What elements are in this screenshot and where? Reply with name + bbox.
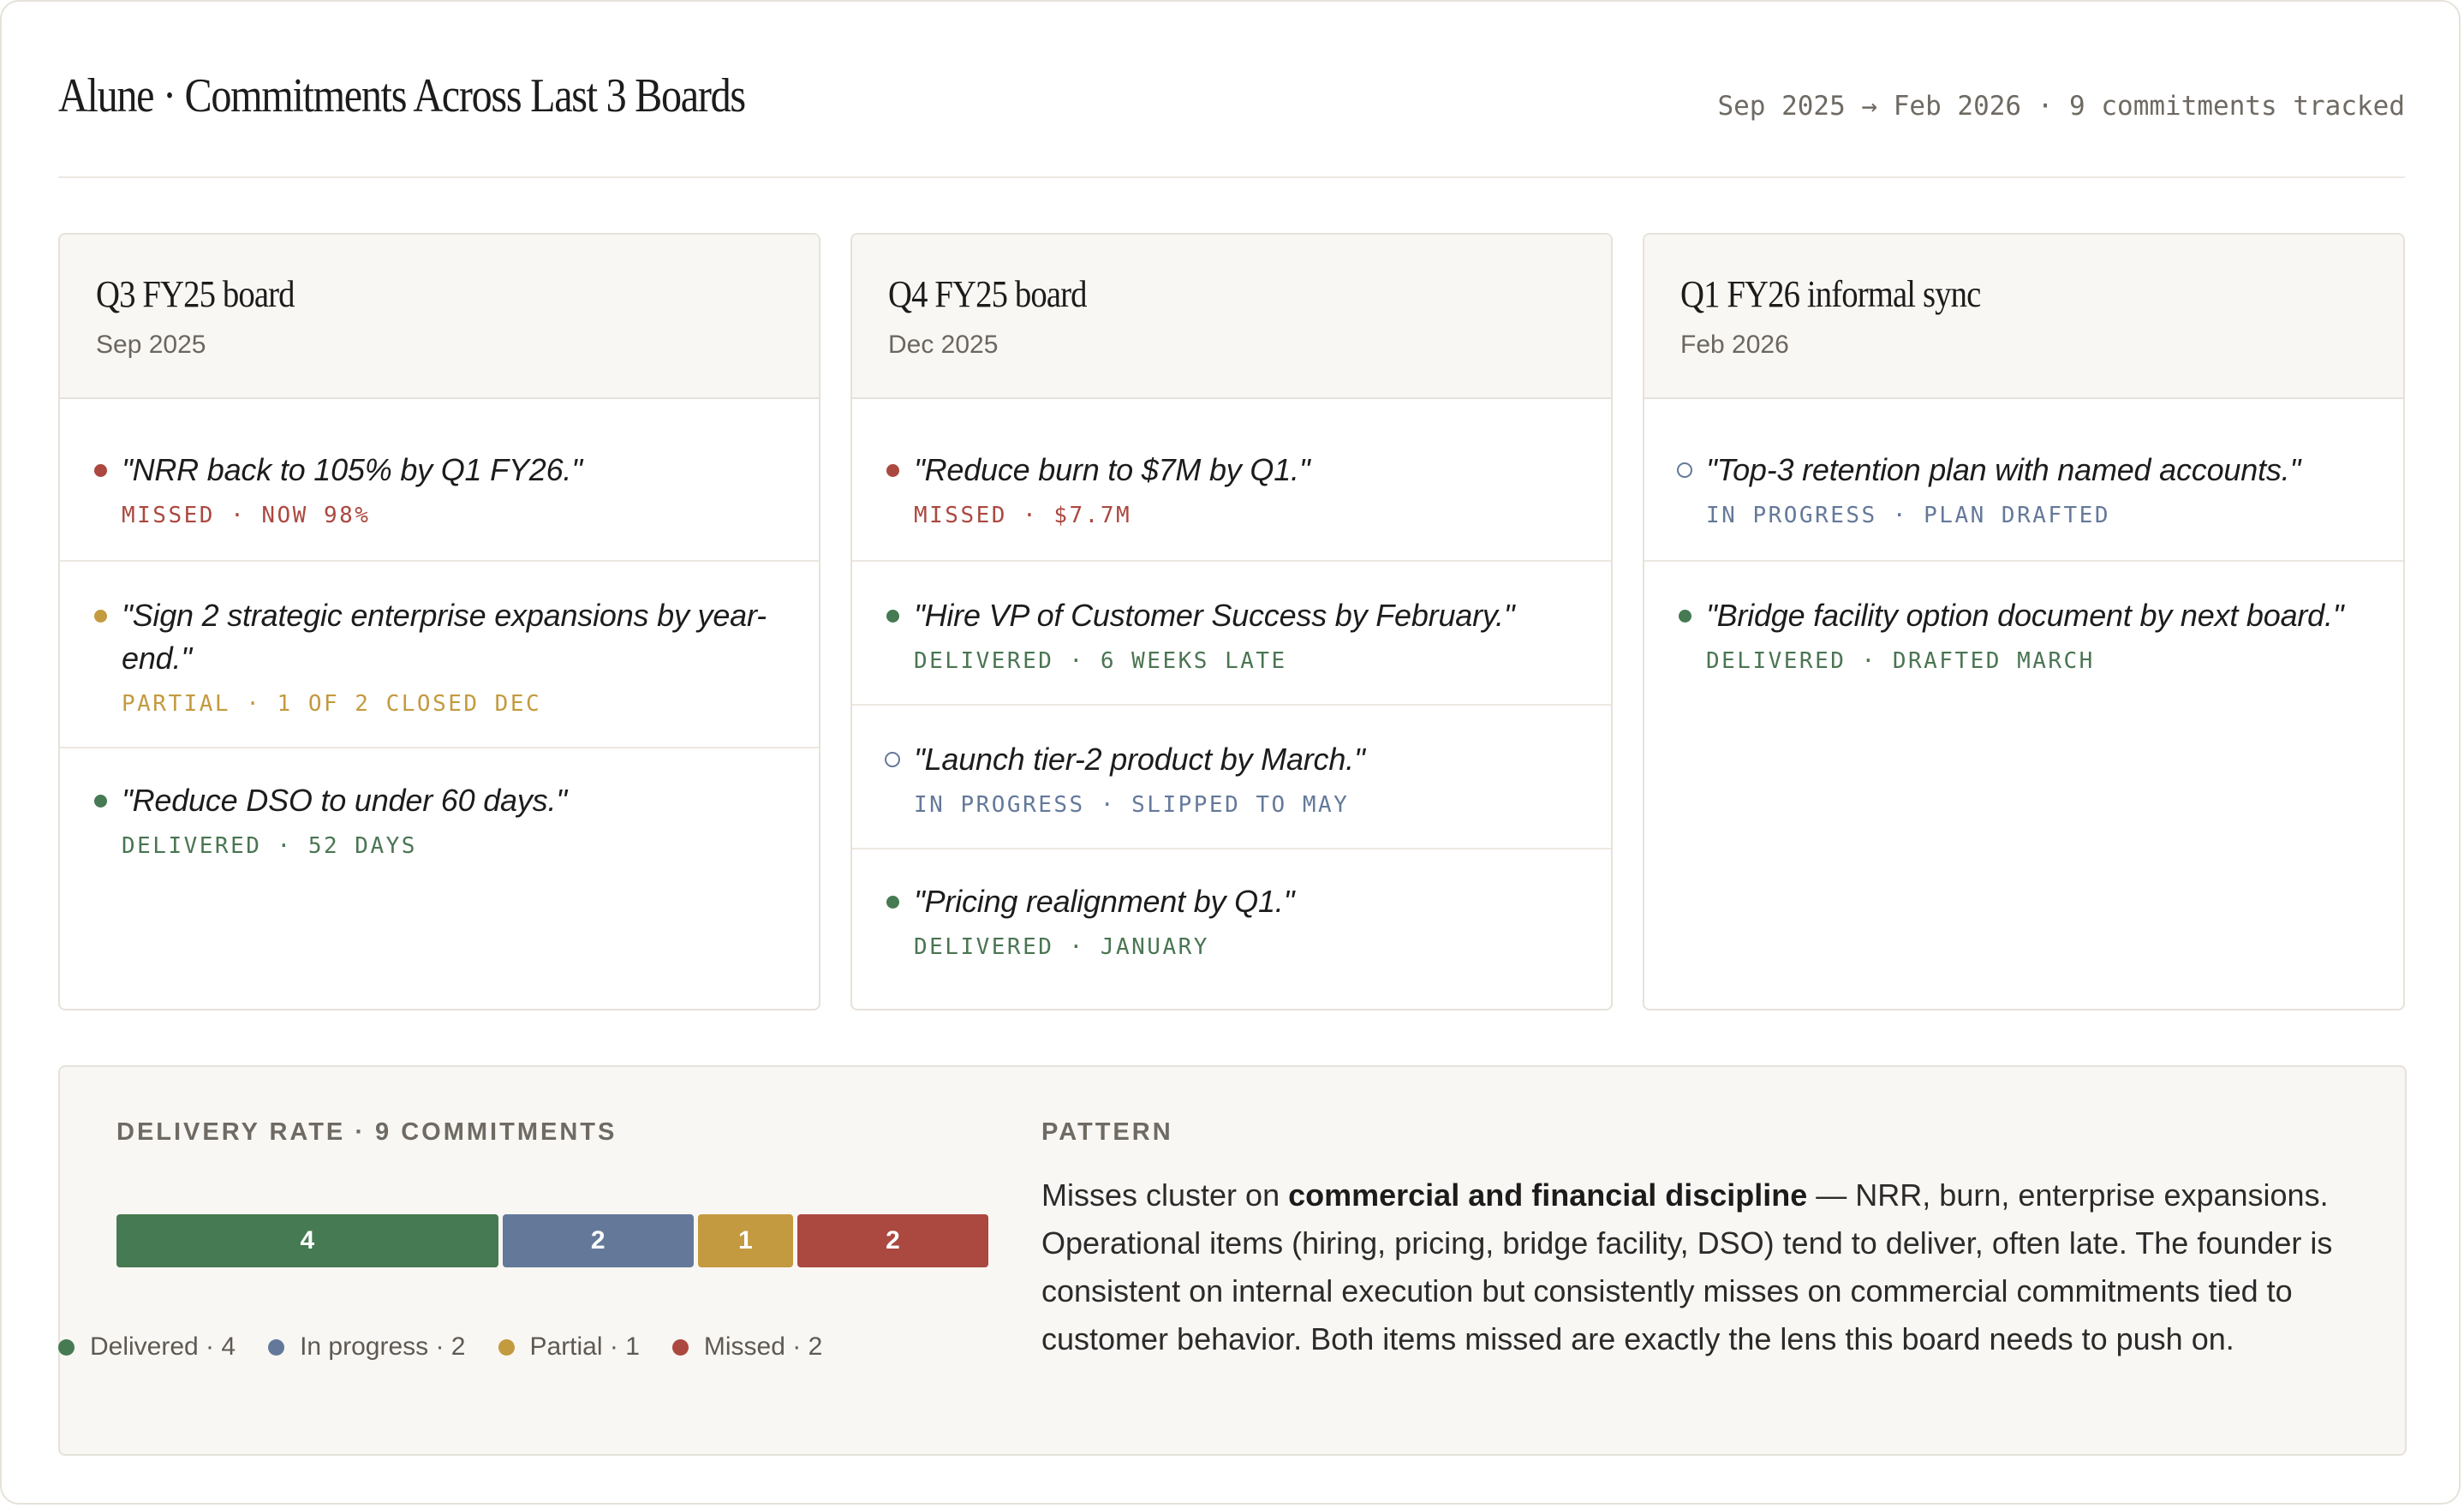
page-title: Alune · Commitments Across Last 3 Boards bbox=[58, 69, 746, 122]
commitment-quote: "NRR back to 105% by Q1 FY26." bbox=[122, 452, 582, 487]
board-date: Sep 2025 bbox=[96, 331, 206, 359]
delivered-legend-dot-icon bbox=[58, 1338, 75, 1356]
delivery-rate-label: DELIVERY RATE · 9 COMMITMENTS bbox=[116, 1118, 617, 1146]
commitment-quote: "Top-3 retention plan with named account… bbox=[1706, 452, 2301, 487]
delivered-status-dot-icon bbox=[886, 896, 899, 909]
commitment-item: "Pricing realignment by Q1." DELIVERED ·… bbox=[852, 849, 1611, 963]
legend-label: Delivered · 4 bbox=[90, 1332, 236, 1361]
commitment-status: IN PROGRESS · PLAN DRAFTED bbox=[1706, 503, 2110, 528]
commitment-quote: "Launch tier-2 product by March." bbox=[914, 742, 1365, 777]
commitment-quote: "Reduce burn to $7M by Q1." bbox=[914, 452, 1310, 487]
commitment-item: "Bridge facility option document by next… bbox=[1644, 562, 2403, 677]
in-progress-status-ring-icon bbox=[885, 752, 900, 767]
commitment-item: "Reduce burn to $7M by Q1." MISSED · $7.… bbox=[852, 399, 1611, 562]
pattern-label: PATTERN bbox=[1041, 1118, 1173, 1146]
legend-item-delivered: Delivered · 4 bbox=[58, 1332, 236, 1362]
pattern-text: Misses cluster on commercial and financi… bbox=[1041, 1171, 2377, 1363]
delivery-bar-segment-delivered: 4 bbox=[116, 1214, 498, 1267]
in-progress-status-ring-icon bbox=[1677, 462, 1692, 478]
delivery-legend: Delivered · 4 In progress · 2 Partial · … bbox=[58, 1332, 822, 1362]
board-header: Q4 FY25 board Dec 2025 bbox=[852, 235, 1611, 399]
commitment-status: IN PROGRESS · SLIPPED TO MAY bbox=[914, 792, 1350, 818]
commitment-status: DELIVERED · JANUARY bbox=[914, 934, 1209, 960]
in-progress-legend-dot-icon bbox=[268, 1338, 285, 1356]
missed-legend-dot-icon bbox=[671, 1338, 689, 1356]
commitment-status: DELIVERED · 52 DAYS bbox=[122, 833, 417, 859]
date-range-meta: Sep 2025 → Feb 2026 · 9 commitments trac… bbox=[1717, 91, 2405, 122]
page-frame: Alune · Commitments Across Last 3 Boards… bbox=[0, 0, 2461, 1505]
commitment-item: "Reduce DSO to under 60 days." DELIVERED… bbox=[60, 748, 819, 861]
board-name: Q4 FY25 board bbox=[888, 273, 1087, 315]
commitment-quote: "Sign 2 strategic enterprise expansions … bbox=[122, 598, 767, 676]
missed-status-dot-icon bbox=[94, 464, 107, 477]
board-column-q4-fy25: Q4 FY25 board Dec 2025 "Reduce burn to $… bbox=[850, 233, 1613, 1010]
legend-label: In progress · 2 bbox=[300, 1332, 466, 1361]
commitment-item: "Hire VP of Customer Success by February… bbox=[852, 562, 1611, 706]
summary-panel: DELIVERY RATE · 9 COMMITMENTS 4212 PATTE… bbox=[58, 1065, 2407, 1456]
board-column-q3-fy25: Q3 FY25 board Sep 2025 "NRR back to 105%… bbox=[58, 233, 820, 1010]
commitment-quote: "Hire VP of Customer Success by February… bbox=[914, 598, 1515, 633]
commitment-quote: "Reduce DSO to under 60 days." bbox=[122, 783, 567, 818]
commitment-status: MISSED · NOW 98% bbox=[122, 503, 371, 528]
legend-label: Missed · 2 bbox=[703, 1332, 823, 1361]
commitment-item: "NRR back to 105% by Q1 FY26." MISSED · … bbox=[60, 399, 819, 562]
pattern-lead: Misses cluster on bbox=[1041, 1177, 1289, 1213]
delivery-bar-segment-partial: 1 bbox=[697, 1214, 794, 1267]
commitment-status: PARTIAL · 1 OF 2 CLOSED DEC bbox=[122, 691, 542, 717]
commitment-status: MISSED · $7.7M bbox=[914, 503, 1132, 528]
legend-item-partial: Partial · 1 bbox=[498, 1332, 640, 1362]
commitment-status: DELIVERED · 6 WEEKS LATE bbox=[914, 648, 1287, 674]
page-header: Alune · Commitments Across Last 3 Boards… bbox=[58, 58, 2405, 178]
delivery-bar-segment-missed: 2 bbox=[797, 1214, 988, 1267]
delivered-status-dot-icon bbox=[886, 610, 899, 623]
partial-status-dot-icon bbox=[94, 610, 107, 623]
board-date: Feb 2026 bbox=[1680, 331, 1789, 359]
board-column-q1-fy26: Q1 FY26 informal sync Feb 2026 "Top-3 re… bbox=[1643, 233, 2405, 1010]
board-date: Dec 2025 bbox=[888, 331, 999, 359]
board-name: Q1 FY26 informal sync bbox=[1680, 273, 1981, 315]
legend-label: Partial · 1 bbox=[529, 1332, 640, 1361]
legend-item-missed: Missed · 2 bbox=[671, 1332, 823, 1362]
board-header: Q1 FY26 informal sync Feb 2026 bbox=[1644, 235, 2403, 399]
commitment-item: "Launch tier-2 product by March." IN PRO… bbox=[852, 706, 1611, 849]
missed-status-dot-icon bbox=[886, 464, 899, 477]
delivered-status-dot-icon bbox=[1679, 610, 1691, 623]
legend-item-in-progress: In progress · 2 bbox=[268, 1332, 466, 1362]
delivery-bar-segment-progress: 2 bbox=[502, 1214, 694, 1267]
commitment-quote: "Pricing realignment by Q1." bbox=[914, 884, 1295, 919]
commitment-status: DELIVERED · DRAFTED MARCH bbox=[1706, 648, 2095, 674]
delivered-status-dot-icon bbox=[94, 795, 107, 808]
board-name: Q3 FY25 board bbox=[96, 273, 295, 315]
partial-legend-dot-icon bbox=[498, 1338, 515, 1356]
commitment-quote: "Bridge facility option document by next… bbox=[1706, 598, 2344, 633]
pattern-emphasis: commercial and financial discipline bbox=[1288, 1177, 1808, 1213]
delivery-rate-bar: 4212 bbox=[116, 1214, 988, 1267]
commitment-item: "Top-3 retention plan with named account… bbox=[1644, 399, 2403, 562]
commitment-item: "Sign 2 strategic enterprise expansions … bbox=[60, 562, 819, 748]
board-header: Q3 FY25 board Sep 2025 bbox=[60, 235, 819, 399]
